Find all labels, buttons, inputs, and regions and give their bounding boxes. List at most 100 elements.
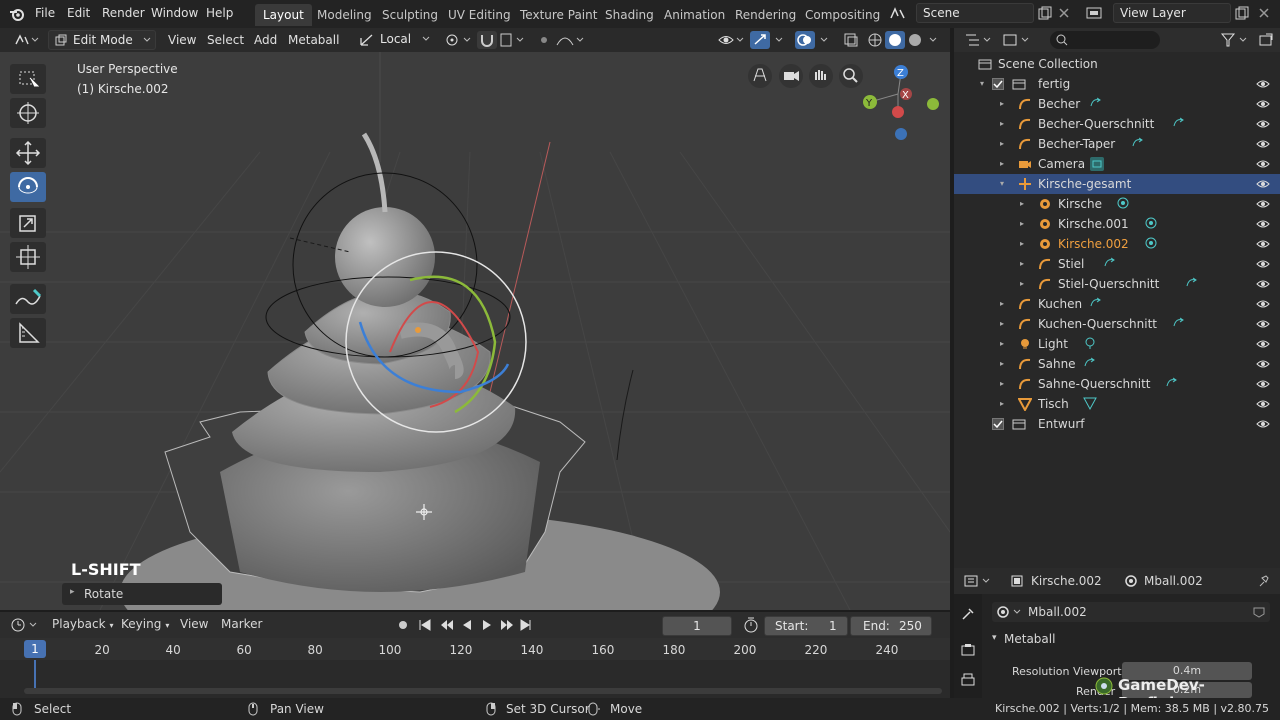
meta-data-icon[interactable] (1144, 216, 1160, 232)
proportional-editing-icon[interactable] (535, 31, 585, 49)
visibility-eye-icon[interactable] (1256, 178, 1270, 190)
visibility-eye-icon[interactable] (1256, 398, 1270, 410)
menu-help[interactable]: Help (206, 6, 233, 20)
expand-arrow-icon[interactable]: ▸ (1020, 234, 1024, 254)
current-frame-field[interactable]: 1 (662, 616, 732, 636)
mesh-data-icon[interactable] (1082, 396, 1099, 412)
outliner-row-sahne[interactable]: ▸ Sahne (954, 354, 1280, 374)
tab-compositing[interactable]: Compositing (797, 4, 888, 26)
preview-range-icon[interactable] (742, 617, 760, 633)
outliner-row-kuchen[interactable]: ▸ Kuchen (954, 294, 1280, 314)
outliner-row-stiel-querschnitt[interactable]: ▸ Stiel-Querschnitt (954, 274, 1280, 294)
fake-user-icon[interactable] (1252, 605, 1266, 619)
visibility-eye-icon[interactable] (1256, 358, 1270, 370)
visibility-eye-icon[interactable] (1256, 138, 1270, 150)
scale-tool[interactable] (10, 208, 46, 238)
expand-arrow-icon[interactable]: ▸ (1000, 374, 1004, 394)
expand-arrow-icon[interactable]: ▸ (1020, 274, 1024, 294)
pin-icon[interactable] (1256, 574, 1270, 588)
navigation-gizmo[interactable]: Z Y X (746, 64, 946, 144)
output-tab-icon[interactable] (960, 672, 976, 688)
move-tool[interactable] (10, 138, 46, 168)
expand-arrow-icon[interactable]: ▸ (1000, 354, 1004, 374)
timeline-marker-menu[interactable]: Marker (221, 617, 262, 631)
expand-arrow-icon[interactable]: ▾ (1000, 174, 1004, 194)
expand-arrow-icon[interactable]: ▸ (1020, 214, 1024, 234)
blender-logo-icon[interactable] (8, 6, 26, 22)
outliner-row-scene-collection[interactable]: Scene Collection (954, 54, 1280, 74)
new-collection-icon[interactable] (1258, 32, 1274, 48)
expand-arrow-icon[interactable]: ▸ (1000, 94, 1004, 114)
tab-uv-editing[interactable]: UV Editing (440, 4, 519, 26)
tab-rendering[interactable]: Rendering (727, 4, 804, 26)
timeline-editor-icon[interactable] (10, 617, 40, 633)
metaball-panel-header[interactable]: ▾ Metaball (992, 632, 1274, 650)
outliner-row-becher-querschnitt[interactable]: ▸ Becher-Querschnitt (954, 114, 1280, 134)
close-scene-icon[interactable] (1058, 7, 1070, 19)
curve-data-icon[interactable] (1089, 96, 1105, 112)
editor-type-icon[interactable] (14, 32, 40, 48)
outliner-row-light[interactable]: ▸ Light (954, 334, 1280, 354)
visibility-eye-icon[interactable] (1256, 218, 1270, 230)
camera-data-icon[interactable] (1089, 156, 1105, 172)
light-data-icon[interactable] (1083, 336, 1099, 352)
menu-add[interactable]: Add (254, 31, 277, 49)
outliner-row-fertig[interactable]: ▾ fertig (954, 74, 1280, 94)
outliner-row-kirsche-001[interactable]: ▸ Kirsche.001 (954, 214, 1280, 234)
outliner-row-tisch[interactable]: ▸ Tisch (954, 394, 1280, 414)
transform-tool[interactable] (10, 242, 46, 272)
curve-data-icon[interactable] (1089, 296, 1105, 312)
outliner-row-sahne-querschnitt[interactable]: ▸ Sahne-Querschnitt (954, 374, 1280, 394)
outliner-row-stiel[interactable]: ▸ Stiel (954, 254, 1280, 274)
orientation-selector[interactable]: Local (374, 30, 436, 50)
visibility-eye-icon[interactable] (1256, 198, 1270, 210)
keying-menu[interactable]: Keying ▾ (121, 617, 173, 631)
xray-toggle-icon[interactable] (842, 31, 860, 49)
visibility-eye-icon[interactable] (1256, 238, 1270, 250)
annotate-tool[interactable] (10, 284, 46, 314)
outliner-row-kirsche[interactable]: ▸ Kirsche (954, 194, 1280, 214)
end-frame-field[interactable]: End: 250 (850, 616, 932, 636)
tab-shading[interactable]: Shading (597, 4, 662, 26)
expand-arrow-icon[interactable]: ▸ (1000, 394, 1004, 414)
visibility-eye-icon[interactable] (1256, 318, 1270, 330)
timeline-view-menu[interactable]: View (180, 617, 208, 631)
expand-arrow-icon[interactable]: ▸ (1020, 194, 1024, 214)
curve-data-icon[interactable] (1185, 276, 1201, 292)
visibility-eye-icon[interactable] (1256, 258, 1270, 270)
outliner-search-input[interactable] (1050, 31, 1160, 49)
outliner-row-entwurf[interactable]: Entwurf (954, 414, 1280, 434)
cursor-tool[interactable] (10, 98, 46, 128)
tool-settings-tab-icon[interactable] (960, 606, 976, 622)
tab-animation[interactable]: Animation (656, 4, 733, 26)
tab-layout[interactable]: Layout (255, 4, 312, 26)
menu-select[interactable]: Select (207, 31, 244, 49)
visibility-eye-icon[interactable] (1256, 298, 1270, 310)
expand-arrow-icon[interactable]: ▸ (1000, 294, 1004, 314)
start-frame-field[interactable]: Start: 1 (764, 616, 848, 636)
snap-icon[interactable] (477, 31, 529, 49)
curve-data-icon[interactable] (1083, 356, 1099, 372)
outliner-editor-icon[interactable] (964, 32, 994, 48)
expand-arrow-icon[interactable]: ▸ (1000, 334, 1004, 354)
visibility-eye-icon[interactable] (1256, 418, 1270, 430)
expand-arrow-icon[interactable]: ▸ (1000, 114, 1004, 134)
new-view-layer-icon[interactable] (1235, 6, 1249, 20)
expand-arrow-icon[interactable]: ▾ (980, 74, 984, 94)
rotate-tool[interactable] (10, 172, 46, 202)
measure-tool[interactable] (10, 318, 46, 348)
tab-texture-paint[interactable]: Texture Paint (512, 4, 605, 26)
outliner-row-becher[interactable]: ▸ Becher (954, 94, 1280, 114)
outliner-row-kuchen-querschnitt[interactable]: ▸ Kuchen-Querschnitt (954, 314, 1280, 334)
curve-data-icon[interactable] (1172, 116, 1188, 132)
expand-arrow-icon[interactable]: ▸ (1000, 134, 1004, 154)
properties-editor-icon[interactable] (964, 573, 994, 589)
visibility-eye-icon[interactable] (1256, 338, 1270, 350)
outliner-row-kirsche-gesamt[interactable]: ▾ Kirsche-gesamt (954, 174, 1280, 194)
checkbox-icon[interactable] (992, 418, 1004, 430)
checkbox-icon[interactable] (992, 78, 1004, 90)
playhead-frame-label[interactable]: 1 (24, 640, 46, 658)
meta-data-icon[interactable] (1144, 236, 1160, 252)
meta-data-icon[interactable] (1116, 196, 1132, 212)
menu-view[interactable]: View (168, 31, 196, 49)
